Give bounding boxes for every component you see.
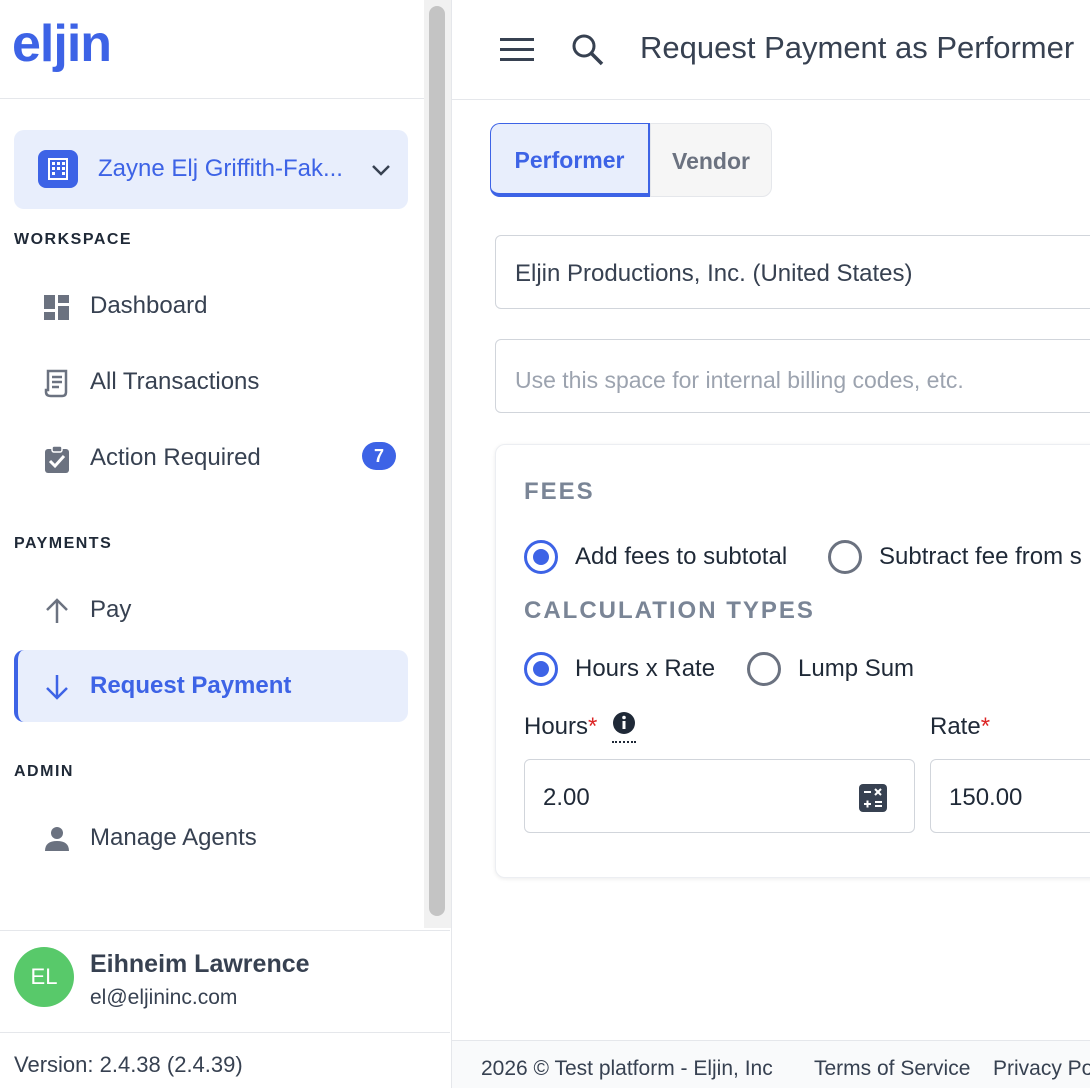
dashboard-icon	[42, 292, 72, 322]
hours-input[interactable]: 2.00	[524, 759, 915, 833]
footer-privacy-link[interactable]: Privacy Po	[993, 1057, 1090, 1081]
footer: 2026 © Test platform - Eljin, Inc Terms …	[452, 1041, 1090, 1088]
sidebar-item-label: Dashboard	[90, 292, 208, 319]
sidebar-item-request-payment[interactable]: Request Payment	[14, 650, 408, 722]
sidebar-item-manage-agents[interactable]: Manage Agents	[14, 802, 408, 874]
sidebar-item-dashboard[interactable]: Dashboard	[14, 270, 408, 342]
version-text: Version: 2.4.38 (2.4.39)	[14, 1052, 243, 1077]
rate-label-text: Rate	[930, 713, 981, 740]
building-icon	[38, 150, 78, 188]
rate-input[interactable]: 150.00	[930, 759, 1090, 833]
sidebar-item-action-required[interactable]: Action Required 7	[14, 422, 408, 494]
sidebar-item-label: Pay	[90, 596, 132, 623]
tab-vendor[interactable]: Vendor	[650, 123, 772, 197]
fees-heading: FEES	[524, 478, 595, 505]
info-tooltip-underline	[612, 741, 636, 743]
action-required-count-badge: 7	[362, 442, 396, 470]
user-email: el@eljininc.com	[90, 986, 238, 1009]
arrow-down-icon	[42, 672, 72, 702]
footer-copyright: 2026 © Test platform - Eljin, Inc	[481, 1057, 773, 1080]
sidebar-item-label: Manage Agents	[90, 824, 257, 851]
sidebar-scrollbar-thumb[interactable]	[429, 6, 445, 916]
person-icon	[42, 824, 72, 854]
required-asterisk: *	[588, 713, 598, 740]
billing-notes-placeholder: Use this space for internal billing code…	[515, 367, 964, 393]
chevron-down-icon	[370, 162, 392, 183]
tab-performer[interactable]: Performer	[490, 123, 652, 197]
calculator-icon[interactable]	[859, 784, 887, 817]
fees-add-radio[interactable]	[524, 540, 558, 574]
sidebar-item-label: Request Payment	[90, 672, 292, 699]
required-asterisk: *	[980, 713, 991, 740]
billing-notes-field[interactable]: Use this space for internal billing code…	[495, 339, 1090, 413]
hours-label: Hours*	[524, 713, 597, 741]
version-divider	[0, 1032, 450, 1033]
company-value: Eljin Productions, Inc. (United States)	[515, 260, 913, 287]
fees-add-label[interactable]: Add fees to subtotal	[575, 543, 787, 571]
arrow-up-icon	[42, 596, 72, 626]
sidebar: eljin Zayne Elj Griffith-Fak... WORKSPAC…	[0, 0, 424, 1088]
workspace-switcher[interactable]: Zayne Elj Griffith-Fak...	[14, 130, 408, 209]
sidebar-header-divider	[0, 98, 450, 99]
sidebar-item-all-transactions[interactable]: All Transactions	[14, 346, 408, 418]
calc-hours-rate-radio[interactable]	[524, 652, 558, 686]
calculation-types-heading: CALCULATION TYPES	[524, 597, 815, 624]
calc-hours-rate-label[interactable]: Hours x Rate	[575, 655, 715, 683]
menu-icon[interactable]	[500, 38, 534, 67]
fees-subtract-label[interactable]: Subtract fee from s	[879, 543, 1082, 571]
hours-label-text: Hours	[524, 713, 589, 740]
company-select[interactable]: Eljin Productions, Inc. (United States)	[495, 235, 1090, 309]
workspace-name: Zayne Elj Griffith-Fak...	[98, 155, 343, 182]
rate-label: Rate*	[930, 713, 990, 741]
fees-subtract-radio[interactable]	[828, 540, 862, 574]
eljin-logo[interactable]: eljin	[12, 14, 112, 74]
info-icon[interactable]	[612, 711, 636, 740]
section-label-payments: PAYMENTS	[14, 535, 113, 552]
calc-lump-sum-radio[interactable]	[747, 652, 781, 686]
sidebar-item-label: Action Required	[90, 444, 261, 471]
sidebar-item-label: All Transactions	[90, 368, 260, 395]
search-icon[interactable]	[570, 32, 606, 73]
hours-value: 2.00	[543, 784, 590, 811]
user-name: Eihneim Lawrence	[90, 950, 310, 978]
rate-value: 150.00	[949, 784, 1023, 811]
user-divider	[0, 930, 450, 931]
section-label-workspace: WORKSPACE	[14, 231, 133, 248]
footer-terms-link[interactable]: Terms of Service	[814, 1057, 970, 1081]
clipboard-check-icon	[42, 444, 72, 474]
header-divider	[452, 99, 1090, 100]
sidebar-divider	[451, 0, 452, 1088]
receipt-icon	[42, 368, 72, 398]
calc-lump-sum-label[interactable]: Lump Sum	[798, 655, 914, 683]
page-title: Request Payment as Performer	[640, 30, 1075, 65]
section-label-admin: ADMIN	[14, 763, 74, 780]
sidebar-item-pay[interactable]: Pay	[14, 574, 408, 646]
avatar[interactable]: EL	[14, 947, 74, 1007]
